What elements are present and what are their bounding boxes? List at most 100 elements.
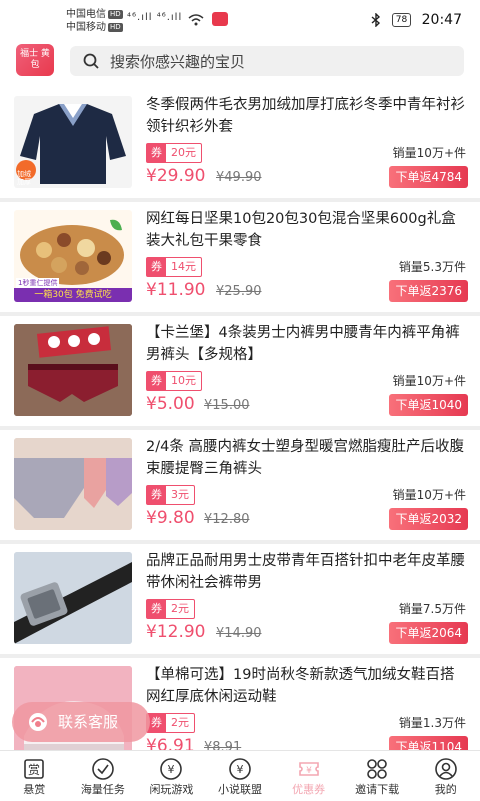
user-icon xyxy=(434,758,457,780)
nuts-banner: 一箱30包 免费试吃 xyxy=(14,288,132,302)
tab-label: 小说联盟 xyxy=(218,783,263,796)
product-image-nuts: 1秒重仁提供 一箱30包 免费试吃 xyxy=(14,210,132,302)
price: ¥29.90 xyxy=(146,166,206,186)
coupon-label: 券 xyxy=(147,144,166,162)
rebate-button[interactable]: 下单返1040 xyxy=(389,394,468,416)
original-price: ¥14.90 xyxy=(216,626,262,641)
product-image-underwear xyxy=(14,324,132,416)
coupon-value: 2元 xyxy=(171,716,189,729)
coupon-label: 券 xyxy=(147,258,166,276)
original-price: ¥25.90 xyxy=(216,284,262,299)
tab-novels[interactable]: ¥ 小说联盟 xyxy=(206,751,275,801)
hd-badge: HD xyxy=(108,22,123,32)
product-card[interactable]: 1秒重仁提供 一箱30包 免费试吃 网红每日坚果10包20包30包混合坚果600… xyxy=(0,202,480,312)
sales-count: 销量5.3万件 xyxy=(398,260,466,274)
coupon-value: 10元 xyxy=(171,374,196,387)
yuan-circle-icon: ¥ xyxy=(160,758,183,780)
original-price: ¥12.80 xyxy=(204,512,250,527)
price: ¥9.80 xyxy=(146,508,195,528)
contact-service-button[interactable]: 联系客服 xyxy=(12,702,150,742)
price: ¥12.90 xyxy=(146,622,206,642)
tab-invite[interactable]: 邀请下载 xyxy=(343,751,412,801)
search-input[interactable] xyxy=(108,48,452,76)
original-price: ¥15.00 xyxy=(204,398,250,413)
sales-count: 销量7.5万件 xyxy=(398,602,466,616)
search-bar[interactable] xyxy=(70,46,464,76)
product-image-shapewear xyxy=(14,438,132,530)
product-image-belt xyxy=(14,552,132,644)
wifi-icon xyxy=(188,14,204,26)
product-card[interactable]: 品牌正品耐用男士皮带青年百搭针扣中老年皮革腰带休闲社会裤带男 券 2元 销量7.5… xyxy=(0,544,480,654)
rebate-button[interactable]: 下单返2032 xyxy=(389,508,468,530)
product-title[interactable]: 【卡兰堡】4条装男士内裤男中腰青年内裤平角裤男裤头【多规格】 xyxy=(146,322,468,366)
product-title[interactable]: 冬季假两件毛衣男加绒加厚打底衫冬季中青年衬衫领针织衫外套 xyxy=(146,94,468,138)
product-card[interactable]: 加绒加厚 冬季假两件毛衣男加绒加厚打底衫冬季中青年衬衫领针织衫外套 券 20元 销… xyxy=(0,88,480,198)
grid-icon xyxy=(367,759,387,779)
contact-service-label: 联系客服 xyxy=(58,713,119,731)
app-notification-icon xyxy=(212,12,228,26)
status-right: 78 20:47 xyxy=(371,12,462,28)
underwear-image xyxy=(14,324,132,416)
product-card[interactable]: 2/4条 高腰内裤女士塑身型暖宫燃脂瘦肚产后收腹束腰提臀三角裤头 券 3元 销量1… xyxy=(0,430,480,540)
carrier-info: 中国电信 HD 中国移动 HD xyxy=(66,8,123,34)
logo-text: 福士 黄包 xyxy=(20,49,50,70)
price: ¥6.91 xyxy=(146,736,195,750)
rebate-button[interactable]: 下单返2064 xyxy=(389,622,468,644)
coupon-badge: 券 20元 xyxy=(146,143,202,163)
coupon-label: 券 xyxy=(147,600,166,618)
coupon-label: 券 xyxy=(147,486,166,504)
sales-count: 销量10万+件 xyxy=(392,488,466,502)
status-bar: 中国电信 HD 中国移动 HD ⁴⁶.ıll ⁴⁶.ıll 78 20:47 xyxy=(0,0,480,42)
coupon-value: 2元 xyxy=(171,602,189,615)
coupon-value: 3元 xyxy=(171,488,189,501)
rebate-button[interactable]: 下单返1104 xyxy=(389,736,468,750)
tab-reward[interactable]: 赏 悬赏 xyxy=(0,751,69,801)
carrier-2: 中国移动 xyxy=(66,22,106,33)
reward-icon: 赏 xyxy=(24,759,45,779)
battery-icon: 78 xyxy=(391,13,412,27)
product-title[interactable]: 【单棉可选】19时尚秋冬新款透气加绒女鞋百搭网红厚底休闲运动鞋 xyxy=(146,664,468,708)
tab-label: 邀请下载 xyxy=(355,783,400,796)
svg-text:¥: ¥ xyxy=(306,766,312,776)
tab-coupons[interactable]: ¥ 优惠券 xyxy=(274,751,343,801)
yuan-circle-icon: ¥ xyxy=(229,758,251,780)
nuts-tag: 1秒重仁提供 xyxy=(16,278,60,288)
tab-mine[interactable]: 我的 xyxy=(411,751,480,801)
coupon-badge: 券 2元 xyxy=(146,713,195,733)
coupon-badge: 券 2元 xyxy=(146,599,195,619)
sales-count: 销量10万+件 xyxy=(392,146,466,160)
svg-text:赏: 赏 xyxy=(28,763,40,777)
product-title[interactable]: 品牌正品耐用男士皮带青年百搭针扣中老年皮革腰带休闲社会裤带男 xyxy=(146,550,468,594)
belt-image xyxy=(14,552,132,644)
sales-count: 销量1.3万件 xyxy=(398,716,466,730)
tab-label: 悬赏 xyxy=(23,783,46,796)
app-logo[interactable]: 福士 黄包 xyxy=(16,44,54,76)
sweater-badge: 加绒加厚 xyxy=(17,170,31,186)
tab-label: 优惠券 xyxy=(292,783,326,796)
original-price: ¥8.91 xyxy=(204,740,242,750)
rebate-button[interactable]: 下单返4784 xyxy=(389,166,468,188)
shapewear-image xyxy=(14,438,132,530)
tab-label: 闲玩游戏 xyxy=(149,783,194,796)
product-title[interactable]: 网红每日坚果10包20包30包混合坚果600g礼盒装大礼包干果零食 xyxy=(146,208,468,252)
tab-tasks[interactable]: 海量任务 xyxy=(69,751,138,801)
svg-text:¥: ¥ xyxy=(168,763,175,776)
sales-count: 销量10万+件 xyxy=(392,374,466,388)
product-list[interactable]: 加绒加厚 冬季假两件毛衣男加绒加厚打底衫冬季中青年衬衫领针织衫外套 券 20元 销… xyxy=(0,88,480,750)
price: ¥5.00 xyxy=(146,394,195,414)
tab-label: 我的 xyxy=(434,783,457,796)
bluetooth-icon xyxy=(371,12,381,28)
tab-games[interactable]: ¥ 闲玩游戏 xyxy=(137,751,206,801)
svg-text:¥: ¥ xyxy=(237,763,244,776)
check-circle-icon xyxy=(92,758,114,780)
coupon-icon: ¥ xyxy=(298,762,319,776)
coupon-label: 券 xyxy=(147,372,166,390)
price: ¥11.90 xyxy=(146,280,206,300)
product-image-sweater: 加绒加厚 xyxy=(14,96,132,188)
coupon-value: 14元 xyxy=(171,260,196,273)
product-card[interactable]: 【卡兰堡】4条装男士内裤男中腰青年内裤平角裤男裤头【多规格】 券 10元 销量10… xyxy=(0,316,480,426)
rebate-button[interactable]: 下单返2376 xyxy=(389,280,468,302)
clock: 20:47 xyxy=(421,12,462,28)
product-title[interactable]: 2/4条 高腰内裤女士塑身型暖宫燃脂瘦肚产后收腹束腰提臀三角裤头 xyxy=(146,436,468,480)
carrier-1: 中国电信 xyxy=(66,9,106,20)
